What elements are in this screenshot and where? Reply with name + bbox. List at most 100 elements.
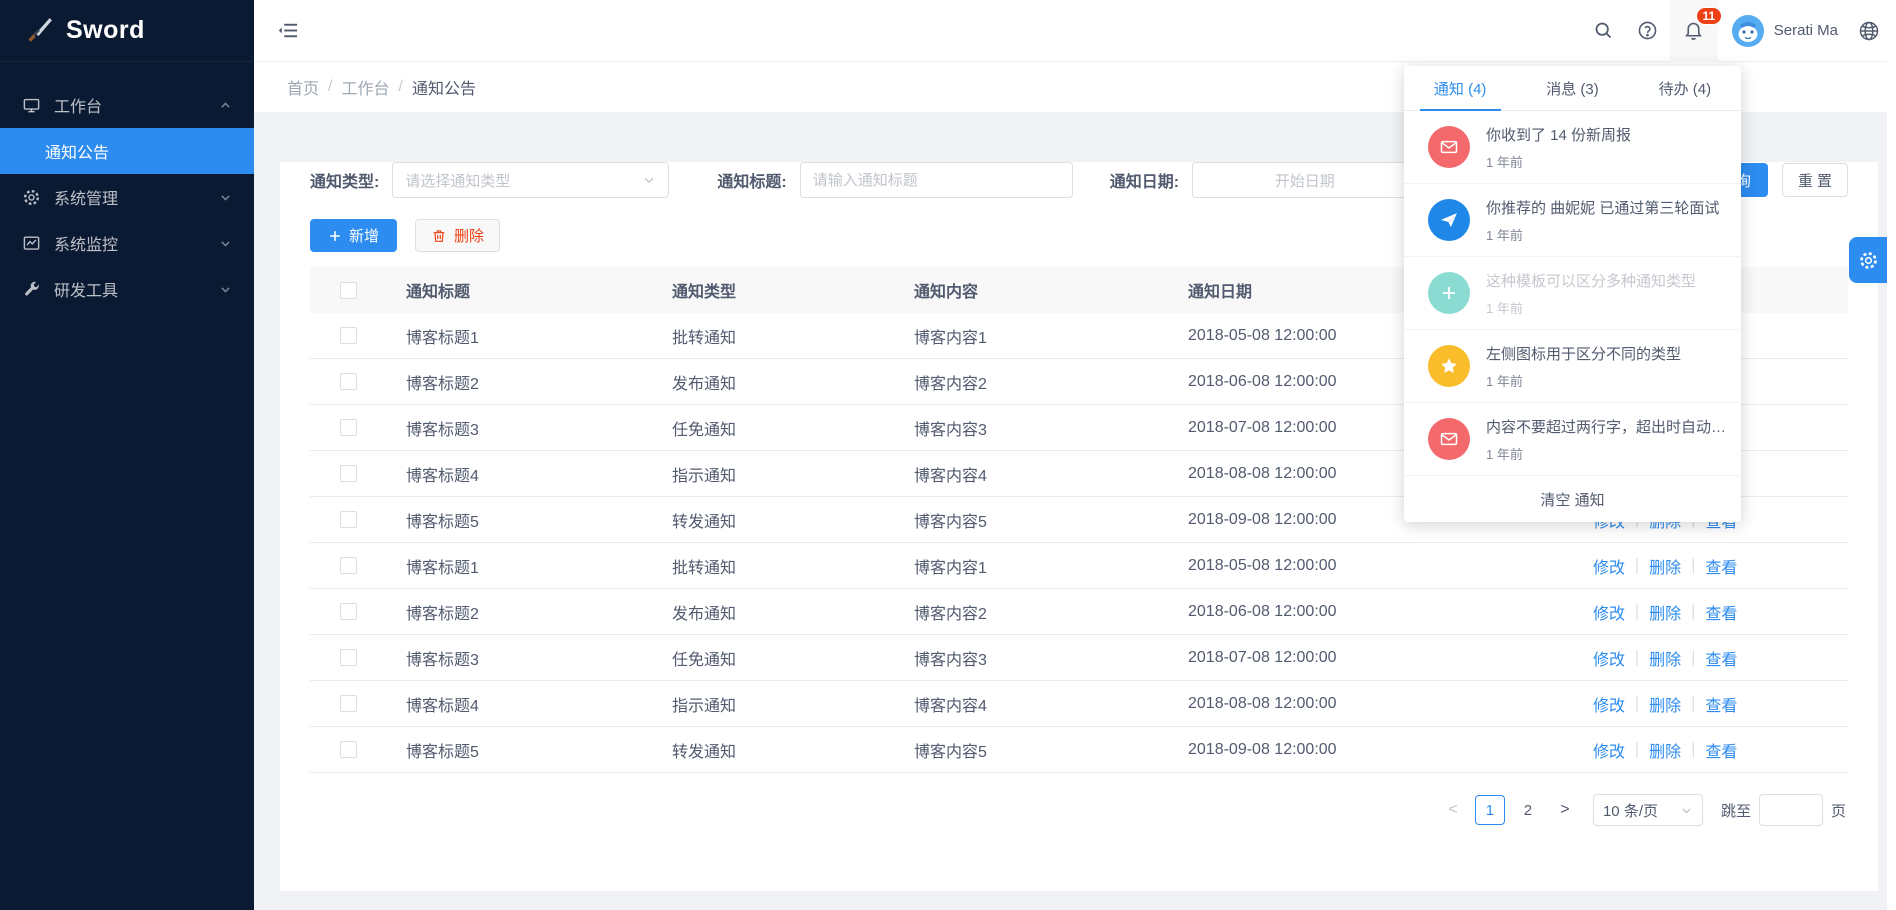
cell-date: 2018-05-08 12:00:00: [1188, 557, 1490, 575]
row-checkbox[interactable]: [340, 695, 357, 712]
edit-link[interactable]: 修改: [1593, 692, 1625, 716]
row-checkbox[interactable]: [340, 419, 357, 436]
plus-icon: [328, 229, 342, 243]
sidebar-item-notice-active[interactable]: 通知公告: [0, 128, 254, 174]
view-link[interactable]: 查看: [1705, 692, 1737, 716]
cell-title: 博客标题2: [406, 600, 672, 624]
cell-date: 2018-08-08 12:00:00: [1188, 695, 1490, 713]
scrollbar[interactable]: [1887, 0, 1896, 910]
sidebar: Sword 工作台 通知公告 系统管理: [0, 0, 254, 910]
cell-title: 博客标题3: [406, 416, 672, 440]
delete-link[interactable]: 删除: [1649, 600, 1681, 624]
page-number-1[interactable]: 1: [1475, 795, 1505, 825]
add-button[interactable]: 新增: [310, 219, 397, 252]
edit-link[interactable]: 修改: [1593, 646, 1625, 670]
view-link[interactable]: 查看: [1705, 600, 1737, 624]
theme-settings-button[interactable]: [1849, 237, 1887, 283]
notice-type-select[interactable]: 请选择通知类型: [392, 162, 669, 198]
page-size-select[interactable]: 10 条/页: [1593, 794, 1703, 826]
table-row: 博客标题2 发布通知 博客内容2 2018-06-08 12:00:00 修改|…: [310, 589, 1848, 635]
menu-fold-icon[interactable]: [277, 19, 300, 42]
next-page-button[interactable]: >: [1551, 796, 1579, 824]
notification-item[interactable]: 内容不要超过两行字，超出时自动截断 1 年前: [1404, 403, 1741, 476]
add-button-label: 新增: [349, 225, 379, 246]
date-start-placeholder: 开始日期: [1205, 170, 1405, 191]
delete-link[interactable]: 删除: [1649, 738, 1681, 762]
breadcrumb-workbench[interactable]: 工作台: [341, 75, 389, 99]
globe-icon[interactable]: [1850, 0, 1888, 62]
notification-item[interactable]: 这种模板可以区分多种通知类型 1 年前: [1404, 257, 1741, 330]
brand-logo: Sword: [0, 0, 254, 62]
cell-title: 博客标题4: [406, 692, 672, 716]
row-actions: 修改|删除|查看: [1593, 738, 1773, 762]
page-size-value: 10 条/页: [1603, 800, 1674, 821]
filter-title-label: 通知标题:: [717, 168, 786, 192]
username[interactable]: Serati Ma: [1774, 22, 1838, 39]
delete-link[interactable]: 删除: [1649, 646, 1681, 670]
tab-notifications[interactable]: 通知 (4): [1404, 66, 1516, 110]
notification-item[interactable]: 你收到了 14 份新周报 1 年前: [1404, 111, 1741, 184]
cell-title: 博客标题3: [406, 646, 672, 670]
sidebar-subitem-label: 通知公告: [45, 139, 109, 163]
cell-type: 任免通知: [672, 646, 914, 670]
row-actions: 修改|删除|查看: [1593, 600, 1773, 624]
sidebar-item-devtools[interactable]: 研发工具: [0, 266, 254, 312]
avatar[interactable]: [1732, 15, 1764, 47]
notification-item[interactable]: 左侧图标用于区分不同的类型 1 年前: [1404, 330, 1741, 403]
cell-content: 博客内容2: [914, 600, 1188, 624]
jump-page-input[interactable]: [1759, 794, 1823, 826]
sidebar-item-monitor[interactable]: 系统监控: [0, 220, 254, 266]
breadcrumb-home[interactable]: 首页: [287, 75, 319, 99]
help-icon[interactable]: [1626, 0, 1670, 62]
notification-time: 1 年前: [1486, 152, 1631, 171]
prev-page-button[interactable]: <: [1439, 796, 1467, 824]
chevron-down-icon: [219, 237, 232, 250]
clear-notifications-button[interactable]: 清空 通知: [1404, 476, 1741, 522]
row-checkbox[interactable]: [340, 741, 357, 758]
chevron-up-icon: [219, 99, 232, 112]
edit-link[interactable]: 修改: [1593, 554, 1625, 578]
chevron-down-icon: [219, 283, 232, 296]
delete-link[interactable]: 删除: [1649, 554, 1681, 578]
cell-type: 任免通知: [672, 416, 914, 440]
filter-date-label: 通知日期:: [1110, 168, 1179, 192]
row-checkbox[interactable]: [340, 557, 357, 574]
select-all-checkbox[interactable]: [340, 282, 357, 299]
table-row: 博客标题1 批转通知 博客内容1 2018-05-08 12:00:00 修改|…: [310, 543, 1848, 589]
edit-link[interactable]: 修改: [1593, 600, 1625, 624]
gear-icon: [22, 188, 41, 207]
gear-icon: [1858, 250, 1879, 271]
sidebar-item-system[interactable]: 系统管理: [0, 174, 254, 220]
row-checkbox[interactable]: [340, 373, 357, 390]
delete-link[interactable]: 删除: [1649, 692, 1681, 716]
column-header: 通知内容: [914, 278, 1188, 302]
search-icon[interactable]: [1582, 0, 1626, 62]
row-actions: 修改|删除|查看: [1593, 646, 1773, 670]
notice-title-input[interactable]: [800, 162, 1073, 198]
reset-button[interactable]: 重 置: [1782, 163, 1848, 197]
sidebar-item-workbench[interactable]: 工作台: [0, 82, 254, 128]
page-number-2[interactable]: 2: [1513, 795, 1543, 825]
breadcrumb-separator: /: [328, 78, 332, 96]
delete-button[interactable]: 删除: [415, 219, 500, 252]
notifications-bell[interactable]: 11: [1670, 0, 1718, 62]
row-checkbox[interactable]: [340, 649, 357, 666]
tab-messages[interactable]: 消息 (3): [1516, 66, 1628, 110]
delete-button-label: 删除: [454, 225, 484, 246]
view-link[interactable]: 查看: [1705, 554, 1737, 578]
notification-title: 这种模板可以区分多种通知类型: [1486, 270, 1696, 291]
row-checkbox[interactable]: [340, 603, 357, 620]
notification-title: 左侧图标用于区分不同的类型: [1486, 343, 1681, 364]
notification-list: 你收到了 14 份新周报 1 年前 你推荐的 曲妮妮 已通过第三轮面试 1 年前…: [1404, 111, 1741, 476]
sidebar-item-label: 工作台: [54, 93, 102, 117]
view-link[interactable]: 查看: [1705, 738, 1737, 762]
tab-todos[interactable]: 待办 (4): [1629, 66, 1741, 110]
cell-title: 博客标题2: [406, 370, 672, 394]
sidebar-item-label: 研发工具: [54, 277, 118, 301]
row-checkbox[interactable]: [340, 327, 357, 344]
edit-link[interactable]: 修改: [1593, 738, 1625, 762]
row-checkbox[interactable]: [340, 511, 357, 528]
notification-item[interactable]: 你推荐的 曲妮妮 已通过第三轮面试 1 年前: [1404, 184, 1741, 257]
row-checkbox[interactable]: [340, 465, 357, 482]
view-link[interactable]: 查看: [1705, 646, 1737, 670]
